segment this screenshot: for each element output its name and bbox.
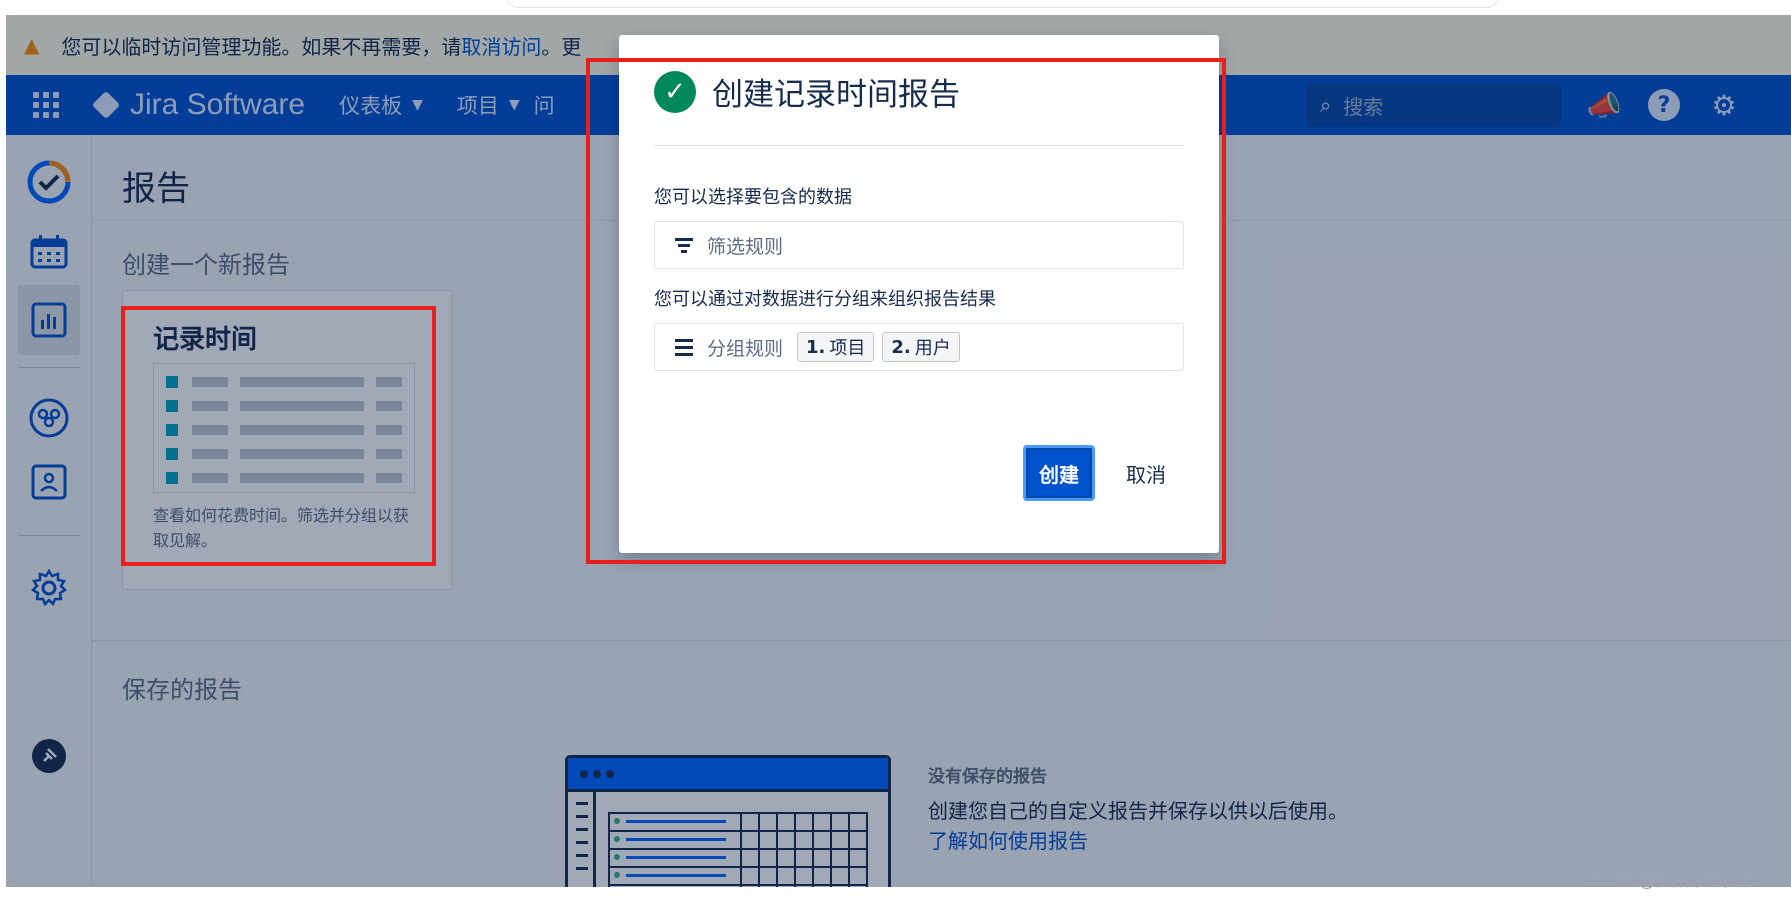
bottom-strip (0, 887, 1791, 897)
browser-top-strip (0, 0, 1791, 15)
csdn-watermark: CSDN @夕阳下的孤帆 (1584, 871, 1757, 891)
annotation-box-dialog (586, 58, 1226, 564)
annotation-box-card (121, 306, 436, 566)
browser-address-bar[interactable] (505, 0, 1500, 8)
